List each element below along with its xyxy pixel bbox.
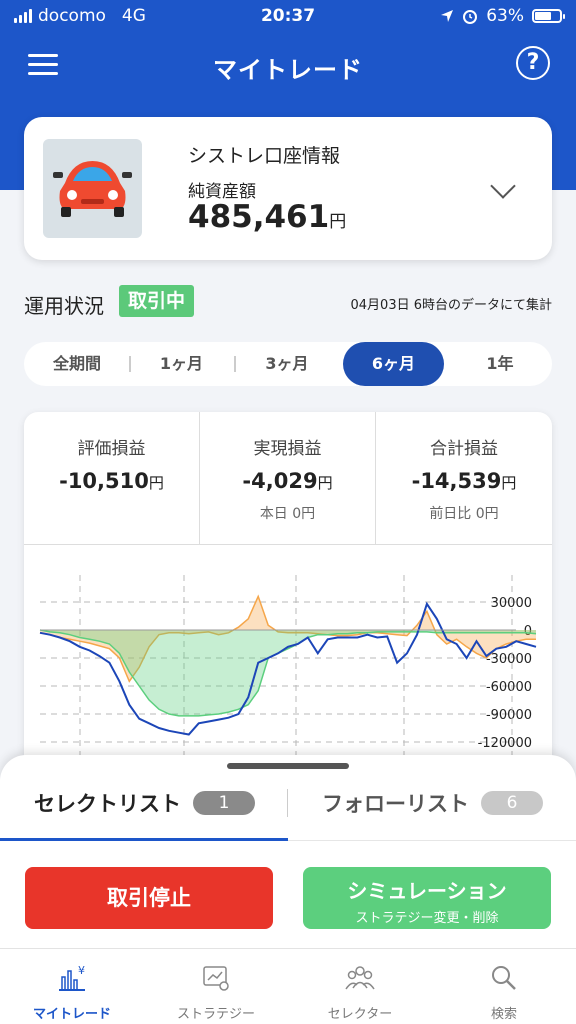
total-pl-unit: 円 — [501, 474, 517, 492]
active-tab-indicator — [0, 838, 288, 841]
chevron-down-icon[interactable] — [490, 173, 516, 199]
battery-percent: 63% — [486, 6, 524, 26]
period-tab-all[interactable]: 全期間 — [24, 342, 130, 386]
y-tick-label: -30000 — [486, 652, 532, 667]
period-tab-1y[interactable]: 1年 — [448, 342, 552, 386]
total-pl-day-change: 前日比 0円 — [429, 506, 499, 522]
account-avatar — [43, 139, 142, 238]
simulation-button[interactable]: シミュレーション ストラテジー変更・削除 — [303, 867, 551, 929]
follow-list-count: 6 — [481, 791, 543, 815]
realized-pl-label: 実現損益 — [253, 439, 322, 459]
select-list-label: セレクトリスト — [34, 792, 181, 816]
realized-pl-value: -4,029円 — [200, 469, 375, 493]
period-selector: 全期間 1ヶ月 3ヶ月 6ヶ月 1年 — [24, 342, 552, 386]
mytrade-chart-icon: ¥ — [59, 964, 85, 991]
realized-pl-unit: 円 — [317, 474, 333, 492]
y-tick-label: 30000 — [491, 596, 532, 611]
unrealized-pl-amount: -10,510 — [59, 469, 149, 493]
tab-search-label: 検索 — [490, 1007, 517, 1022]
status-bar: docomo 4G 20:37 63% — [0, 0, 576, 34]
tab-search[interactable]: 検索 — [432, 949, 576, 1024]
sports-car-icon — [53, 161, 132, 217]
tab-select-list[interactable]: セレクトリスト 1 — [34, 783, 255, 823]
total-pl: 合計損益 -14,539円 前日比 0円 — [376, 412, 552, 544]
strategy-icon — [203, 966, 229, 991]
y-tick-label: -120000 — [478, 736, 532, 751]
net-assets-amount: 485,461 — [188, 199, 330, 235]
unrealized-pl-unit: 円 — [148, 474, 164, 492]
simulation-button-sublabel: ストラテジー変更・削除 — [355, 911, 499, 926]
y-tick-label: -90000 — [486, 708, 532, 723]
tab-follow-list[interactable]: フォローリスト 6 — [322, 783, 543, 823]
realized-today: 本日 0円 — [259, 506, 316, 522]
unrealized-pl-label: 評価損益 — [77, 439, 146, 459]
battery-icon — [532, 9, 565, 23]
page-title: マイトレード — [213, 56, 363, 84]
realized-pl: 実現損益 -4,029円 本日 0円 — [200, 412, 376, 544]
account-info-card[interactable]: シストレ口座情報 純資産額 485,461円 — [24, 117, 552, 260]
follow-list-label: フォローリスト — [322, 792, 469, 816]
operation-status-label: 運用状況 — [24, 294, 104, 318]
bottom-tab-bar: ¥ マイトレード ストラテジー セレクター 検索 — [0, 948, 576, 1024]
tab-mytrade-label: マイトレード — [32, 1007, 111, 1022]
svg-text:¥: ¥ — [78, 964, 85, 977]
selector-people-icon — [345, 966, 375, 990]
aggregation-date-note: 04月03日 6時台のデータにて集計 — [350, 298, 553, 313]
y-tick-label: -60000 — [486, 680, 532, 695]
realized-pl-amount: -4,029 — [242, 469, 318, 493]
stop-trading-button[interactable]: 取引停止 — [25, 867, 273, 929]
period-tab-1m[interactable]: 1ヶ月 — [130, 342, 233, 386]
operation-status-row: 運用状況 取引中 04月03日 6時台のデータにて集計 — [24, 285, 552, 319]
search-icon — [492, 966, 516, 990]
net-assets-unit: 円 — [329, 212, 347, 232]
location-icon — [441, 10, 454, 22]
unrealized-pl: 評価損益 -10,510円 — [24, 412, 200, 544]
total-pl-label: 合計損益 — [430, 439, 498, 459]
tab-strategy[interactable]: ストラテジー — [144, 949, 288, 1024]
simulation-button-label: シミュレーション — [347, 879, 507, 903]
sheet-drag-handle[interactable] — [227, 763, 349, 769]
period-tab-3m[interactable]: 3ヶ月 — [235, 342, 339, 386]
tab-mytrade[interactable]: ¥ マイトレード — [0, 949, 144, 1024]
total-pl-value: -14,539円 — [376, 469, 552, 493]
period-tab-6m[interactable]: 6ヶ月 — [343, 342, 444, 386]
tab-selector-label: セレクター — [327, 1007, 393, 1022]
tab-strategy-label: ストラテジー — [176, 1007, 255, 1022]
series-line-total — [39, 601, 537, 736]
tab-selector[interactable]: セレクター — [288, 949, 432, 1024]
total-pl-amount: -14,539 — [411, 469, 502, 493]
navigation-bar: マイトレード ? — [0, 34, 576, 94]
alarm-icon — [463, 10, 478, 24]
list-tab-divider — [287, 789, 288, 817]
unrealized-pl-value: -10,510円 — [24, 469, 199, 493]
status-badge: 取引中 — [119, 285, 195, 317]
account-title: シストレ口座情報 — [188, 145, 341, 167]
net-assets-value: 485,461円 — [188, 199, 346, 235]
select-list-count: 1 — [193, 791, 255, 815]
help-button[interactable]: ? — [516, 46, 550, 80]
